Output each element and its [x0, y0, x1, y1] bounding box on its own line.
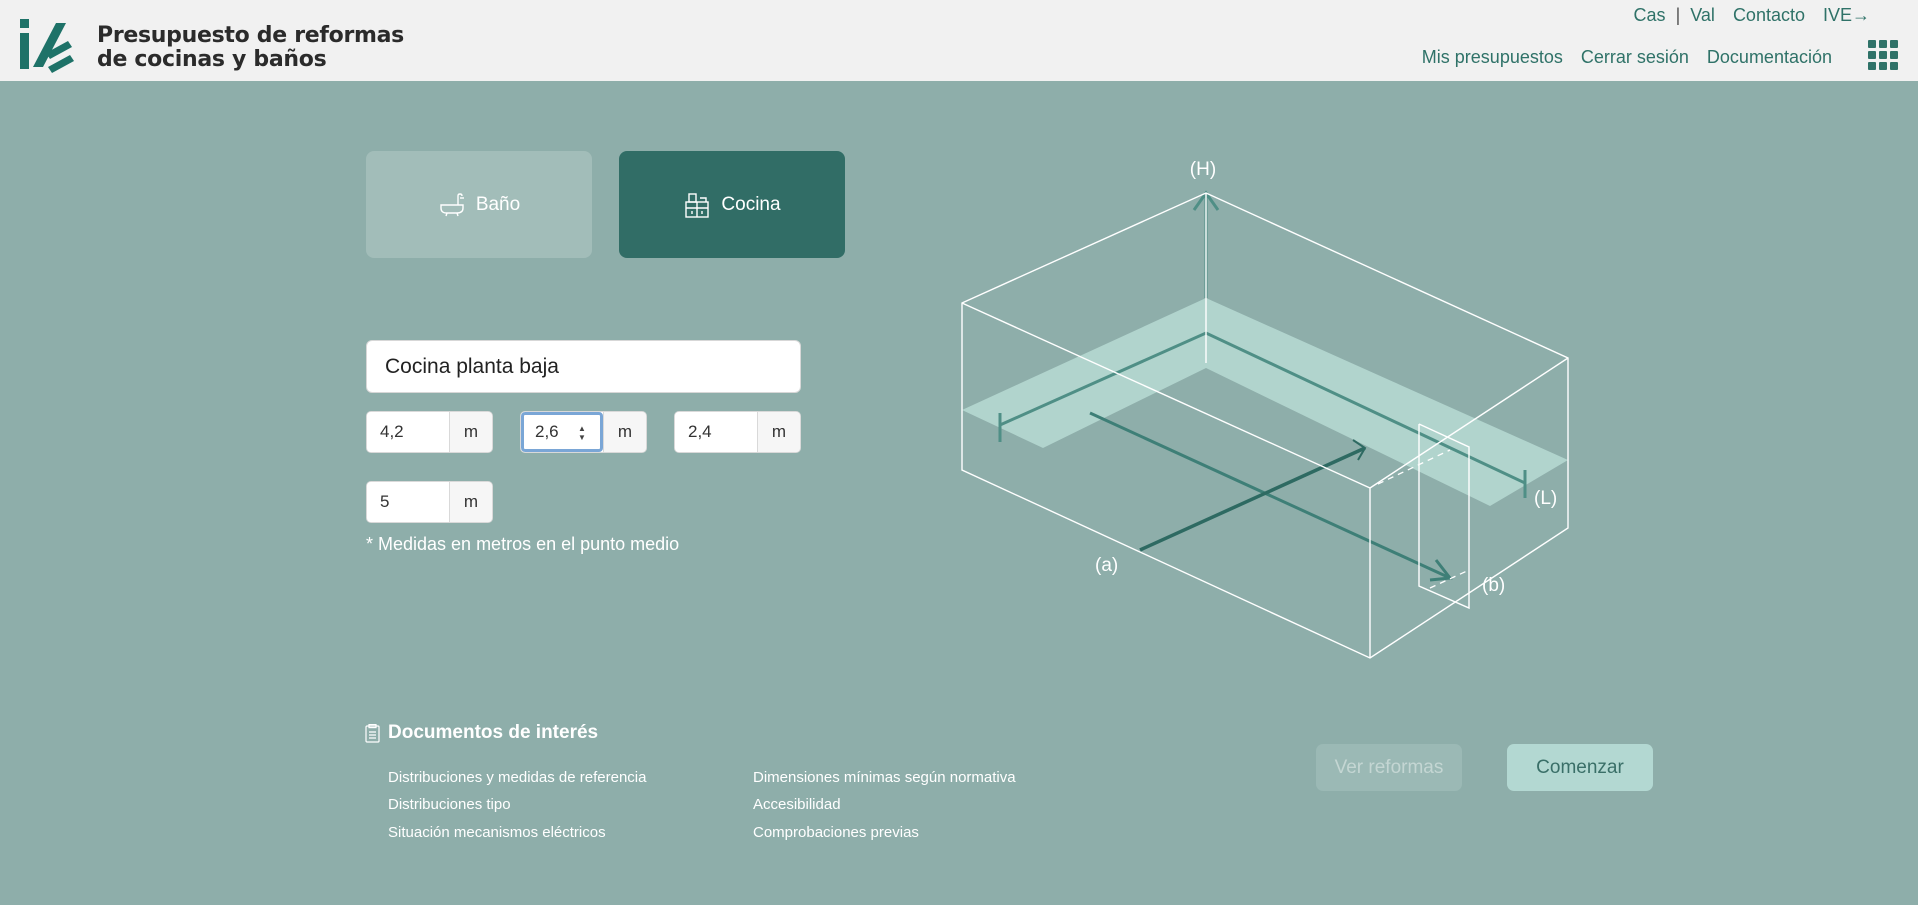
label-b: (b) — [1482, 575, 1505, 596]
room-dimensions-diagram: (H) (L) (a) (b) — [961, 159, 1569, 659]
nav-mis-presupuestos[interactable]: Mis presupuestos — [1422, 47, 1563, 68]
dimension-field-4: m — [366, 481, 493, 523]
ive-logo — [20, 19, 74, 73]
cocina-option-button[interactable]: Cocina — [619, 151, 845, 258]
dimension-input-4[interactable] — [367, 482, 449, 522]
spinner-down-icon[interactable]: ▼ — [578, 433, 586, 442]
dimension-unit-1: m — [449, 412, 492, 452]
dimension-input-2[interactable] — [521, 412, 603, 452]
doc-link-dimensiones-minimas[interactable]: Dimensiones mínimas según normativa — [753, 769, 1016, 786]
dimension-input-3[interactable] — [675, 412, 757, 452]
nav-documentacion[interactable]: Documentación — [1707, 47, 1832, 68]
nav-cerrar-sesion[interactable]: Cerrar sesión — [1581, 47, 1689, 68]
dimension-field-3: m — [674, 411, 801, 453]
header-bar: Presupuesto de reformas de cocinas y bañ… — [0, 0, 1918, 81]
label-h: (H) — [1190, 159, 1216, 180]
doc-link-distribuciones-tipo[interactable]: Distribuciones tipo — [388, 796, 511, 813]
ive-link[interactable]: IVE→ — [1823, 5, 1870, 26]
dimension-unit-4: m — [449, 482, 492, 522]
bano-option-button[interactable]: Baño — [366, 151, 592, 258]
bano-label: Baño — [475, 193, 521, 215]
clipboard-icon — [365, 723, 380, 743]
kitchen-icon — [685, 192, 710, 218]
label-l: (L) — [1534, 488, 1557, 509]
main-nav: Mis presupuestos Cerrar sesión Documenta… — [1422, 47, 1832, 68]
bathtub-icon — [440, 192, 464, 216]
comenzar-button[interactable]: Comenzar — [1507, 744, 1653, 791]
lang-separator: | — [1675, 5, 1681, 25]
label-a: (a) — [1095, 555, 1118, 576]
documents-title-text: Documentos de interés — [388, 722, 599, 743]
room-name-input[interactable] — [366, 340, 801, 393]
number-spinner[interactable]: ▲ ▼ — [577, 424, 587, 442]
apps-grid-icon[interactable] — [1868, 40, 1898, 70]
doc-link-accesibilidad[interactable]: Accesibilidad — [753, 796, 841, 813]
dimension-unit-2: m — [603, 412, 646, 452]
lang-cas-link[interactable]: Cas — [1634, 5, 1666, 26]
language-nav: Cas | Val Contacto IVE→ — [1634, 5, 1870, 26]
contacto-link[interactable]: Contacto — [1733, 5, 1805, 26]
app-title-line2: de cocinas y baños — [97, 47, 327, 72]
app-title: Presupuesto de reformas de cocinas y bañ… — [97, 24, 404, 72]
doc-link-comprobaciones-previas[interactable]: Comprobaciones previas — [753, 824, 919, 841]
cocina-label: Cocina — [721, 193, 781, 215]
dimension-input-1[interactable] — [367, 412, 449, 452]
dimension-unit-3: m — [757, 412, 800, 452]
ver-reformas-button[interactable]: Ver reformas — [1316, 744, 1462, 791]
dimension-field-1: m — [366, 411, 493, 453]
measurement-note: * Medidas en metros en el punto medio — [366, 534, 680, 554]
lang-val-link[interactable]: Val — [1690, 5, 1715, 26]
spinner-up-icon[interactable]: ▲ — [578, 424, 586, 433]
dimension-field-2: ▲▼ m — [520, 411, 647, 453]
doc-link-mecanismos-electricos[interactable]: Situación mecanismos eléctricos — [388, 824, 606, 841]
doc-link-distribuciones-medidas[interactable]: Distribuciones y medidas de referencia — [388, 769, 646, 786]
app-title-line1: Presupuesto de reformas — [97, 23, 404, 48]
documents-section-title: Documentos de interés — [365, 722, 598, 744]
